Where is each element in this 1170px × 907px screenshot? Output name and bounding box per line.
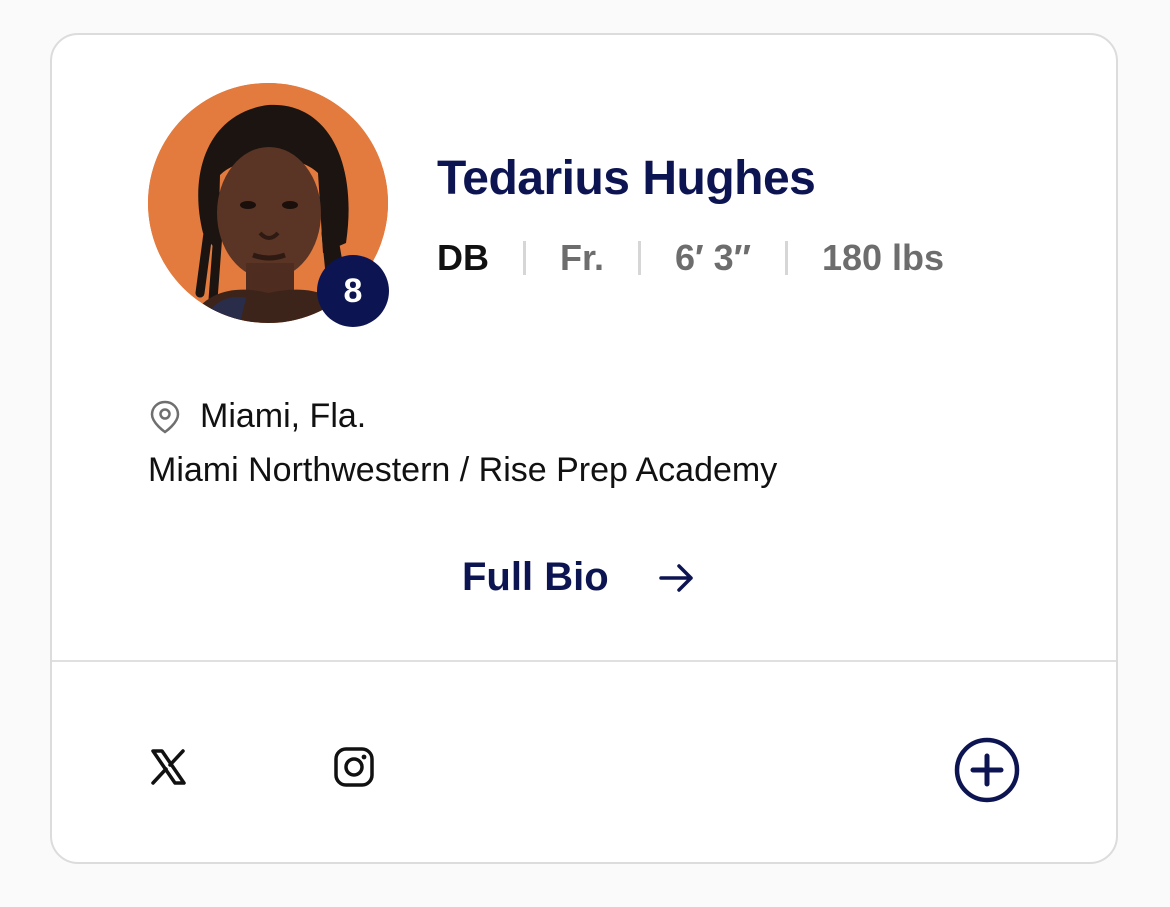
- player-card: 8 Tedarius Hughes DB Fr. 6′ 3″ 180 lbs M…: [50, 33, 1118, 864]
- player-stats-row: DB Fr. 6′ 3″ 180 lbs: [437, 237, 944, 279]
- player-position: DB: [437, 237, 489, 278]
- player-name: Tedarius Hughes: [437, 152, 816, 205]
- player-class-year: Fr.: [560, 237, 605, 278]
- divider: [523, 241, 526, 275]
- player-school: Miami Northwestern / Rise Prep Academy: [148, 451, 778, 489]
- jersey-number-badge: 8: [317, 255, 389, 327]
- player-weight: 180 lbs: [821, 237, 945, 278]
- full-bio-label: Full Bio: [462, 555, 609, 599]
- card-divider: [52, 660, 1116, 662]
- arrow-right-icon: [657, 560, 697, 596]
- x-icon[interactable]: [146, 745, 190, 789]
- plus-circle-icon[interactable]: [952, 735, 1022, 805]
- player-hometown-row: Miami, Fla.: [148, 397, 366, 436]
- divider: [638, 241, 642, 275]
- player-hometown: Miami, Fla.: [200, 397, 367, 435]
- player-height: 6′ 3″: [675, 237, 751, 278]
- instagram-icon[interactable]: [332, 745, 376, 789]
- map-pin-icon: [148, 399, 182, 435]
- full-bio-link[interactable]: Full Bio: [462, 555, 697, 600]
- divider: [784, 241, 788, 275]
